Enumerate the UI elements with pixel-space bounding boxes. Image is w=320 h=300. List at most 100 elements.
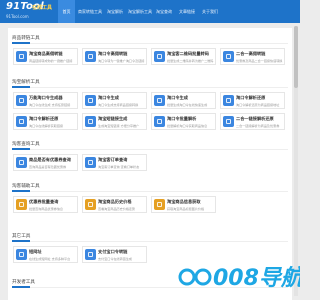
tool-card[interactable]: 淘宝客订单查询淘宝客订单查询 查看订单状态 <box>82 154 147 171</box>
nav-item[interactable]: 关于我们 <box>200 0 220 23</box>
nav-item[interactable]: 商家转链工具 <box>78 0 102 23</box>
tool-title: 淘宝商品信息获取 <box>167 199 201 204</box>
tool-description: 查看淘宝商品历史价格走势 <box>98 207 136 211</box>
tool-card[interactable]: 淘口令解析还原淘口令解析还原为商品链接地址 <box>220 92 285 109</box>
nav-item[interactable]: 淘宝查询 <box>154 0 174 23</box>
tool-description: 淘宝客订单查询 查看订单状态 <box>98 165 140 169</box>
tool-icon <box>16 199 27 210</box>
section-header: 淘客辅助工具 <box>8 182 292 192</box>
tool-icon <box>223 116 234 127</box>
tool-title: 淘宝商品历史价格 <box>98 199 132 204</box>
tool-description: 批量查询商品优惠券信息 <box>29 207 64 211</box>
tool-card[interactable]: 淘口令解析还原 淘口令在线解析获取链接 <box>13 113 78 130</box>
tool-icon <box>85 51 96 62</box>
tool-card[interactable]: 二合一链接解析还原二合一链接解析为商品及优惠券 <box>220 113 285 130</box>
tool-icon <box>154 199 165 210</box>
tool-description: 淘口令转为一键推广淘口令及链接 <box>98 59 145 63</box>
section-header: 其它工具 <box>8 232 292 242</box>
tool-card[interactable]: 淘口令生成淘口令生成支持商品链接转换 <box>82 92 147 109</box>
tool-card[interactable]: 短网址在线生成短网址 支持多种平台 <box>13 246 78 263</box>
nav-item[interactable]: 首页 <box>58 0 75 23</box>
section-title: 淘宝解析工具 <box>12 80 40 85</box>
tool-card[interactable]: 支付宝口令转链 支付宝口令在线转链生成 <box>82 246 147 263</box>
tool-card[interactable]: 淘宝商品高佣转链商品链接转成你的一键推广链接 <box>13 48 78 65</box>
tool-title: 商品是否有优惠券查询 <box>29 157 71 162</box>
scrollbar-thumb[interactable] <box>294 26 298 88</box>
tool-card[interactable]: 淘宝商品历史价格 查看淘宝商品历史价格走势 <box>82 196 147 213</box>
tool-icon <box>223 95 234 106</box>
section-accent <box>12 190 30 192</box>
tool-title: 淘口令生成 <box>167 95 188 100</box>
tool-title: 万能淘口令生成器 <box>29 95 63 100</box>
section-title: 其它工具 <box>12 234 31 239</box>
section-divider <box>12 191 288 192</box>
tool-card[interactable]: 万能淘口令生成器淘口令在线生成 支持任意链接 <box>13 92 78 109</box>
tool-title: 淘宝客订单查询 <box>98 157 128 162</box>
section-title: 开发者工具 <box>12 280 35 285</box>
tool-title: 淘宝客二维码批量转码 <box>167 51 209 56</box>
section-divider <box>12 149 288 150</box>
tool-icon <box>154 95 165 106</box>
nav-item[interactable]: 淘宝解析工具 <box>128 0 152 23</box>
tool-title: 淘口令生成 <box>98 95 119 100</box>
tool-description: 查询商品是否有隐藏优惠券 <box>29 165 67 169</box>
tool-icon <box>16 51 27 62</box>
tool-icon <box>85 249 96 260</box>
tool-card[interactable]: 淘宝客二维码批量转码 批量生成二维码并转为推广二维码 <box>151 48 216 65</box>
nav-item[interactable]: 淘宝解析 <box>104 0 126 23</box>
section-accent <box>12 86 30 88</box>
section-header: 淘客查询工具 <box>8 140 292 150</box>
tool-card[interactable]: 二合一高佣转链优惠券及商品二合一链接快速转换 <box>220 48 285 65</box>
tool-card[interactable]: 优惠券批量查询批量查询商品优惠券信息 <box>13 196 78 213</box>
tool-icon <box>154 116 165 127</box>
section-divider <box>12 287 288 288</box>
top-navbar: 91Tool 在线工具 91Tool.com 首页 商家转链工具 淘宝解析 淘宝解析工… <box>0 0 300 23</box>
tool-description: 生成淘宝短链接 方便分享推广 <box>98 124 140 128</box>
tool-card[interactable]: 淘宝商品信息获取 获取淘宝商品标题图片价格 <box>151 196 216 213</box>
tool-description: 在线生成短网址 支持多种平台 <box>29 257 71 261</box>
tool-icon <box>16 116 27 127</box>
tool-card[interactable]: 淘口令批量解析批量解析淘口令获取商品信息 <box>151 113 216 130</box>
tool-description: 淘口令生成支持商品链接转换 <box>98 103 139 107</box>
tool-card[interactable]: 淘口令生成 批量生成淘口令在线快速生成 <box>151 92 216 109</box>
section-header: 开发者工具 <box>8 278 292 288</box>
scrollbar[interactable] <box>294 26 298 296</box>
section-accent <box>12 148 30 150</box>
section-title: 淘客辅助工具 <box>12 184 40 189</box>
tool-description: 淘口令在线解析获取链接 <box>29 124 64 128</box>
logo-subtext: 91Tool.com <box>6 14 29 19</box>
tool-icon <box>16 249 27 260</box>
section-header: 商品转链工具 <box>8 34 292 44</box>
tool-description: 批量解析淘口令获取商品信息 <box>167 124 208 128</box>
section-divider <box>12 87 288 88</box>
tool-title: 二合一链接解析还原 <box>236 116 274 121</box>
section-header: 淘宝解析工具 <box>8 78 292 88</box>
tool-card[interactable]: 商品是否有优惠券查询 查询商品是否有隐藏优惠券 <box>13 154 78 171</box>
tool-title: 淘宝商品高佣转链 <box>29 51 63 56</box>
tool-title: 优惠券批量查询 <box>29 199 59 204</box>
section-divider <box>12 241 288 242</box>
tool-icon <box>223 51 234 62</box>
section-title: 商品转链工具 <box>12 36 40 41</box>
tool-description: 二合一链接解析为商品及优惠券 <box>236 124 280 128</box>
section-title: 淘客查询工具 <box>12 142 40 147</box>
tool-icon <box>85 116 96 127</box>
tool-description: 优惠券及商品二合一链接快速转换 <box>236 59 283 63</box>
tool-title: 短网址 <box>29 249 42 254</box>
tool-description: 获取淘宝商品标题图片价格 <box>167 207 205 211</box>
tool-description: 支付宝口令在线转链生成 <box>98 257 133 261</box>
site-logo[interactable]: 91Tool 在线工具 91Tool.com <box>6 1 52 22</box>
tool-description: 淘口令在线生成 支持任意链接 <box>29 103 71 107</box>
tool-description: 淘口令解析还原为商品链接地址 <box>236 103 280 107</box>
section-accent <box>12 240 30 242</box>
tool-title: 二合一高佣转链 <box>236 51 266 56</box>
tool-card[interactable]: 淘口令高佣转链 淘口令转为一键推广淘口令及链接 <box>82 48 147 65</box>
tool-title: 淘口令批量解析 <box>167 116 197 121</box>
tool-card[interactable]: 淘宝短链接生成 生成淘宝短链接 方便分享推广 <box>82 113 147 130</box>
logo-tag: 在线工具 <box>32 5 53 11</box>
nav-item[interactable]: 文章链接 <box>176 0 198 23</box>
tool-icon <box>85 157 96 168</box>
tool-icon <box>16 157 27 168</box>
tool-description: 商品链接转成你的一键推广链接 <box>29 59 73 63</box>
tool-title: 淘口令解析还原 <box>236 95 266 100</box>
